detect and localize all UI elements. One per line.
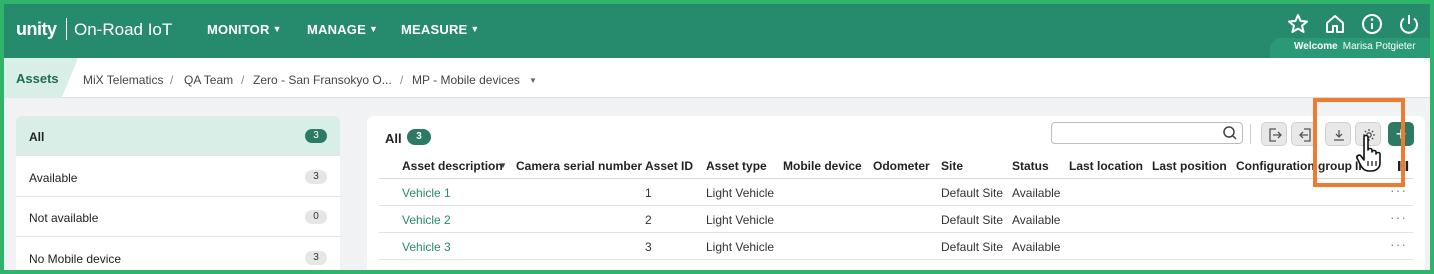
asset-type-cell: Light Vehicle [706,213,775,227]
logo-divider [66,18,67,40]
export-icon [1269,128,1282,142]
filter-label: Available [29,171,78,185]
chevron-down-icon[interactable]: ▼ [529,76,537,85]
column-header-status[interactable]: Status [1012,159,1049,173]
filter-count-badge: 3 [305,251,327,265]
list-count-badge: 3 [407,129,431,145]
nav-monitor-label: MONITOR [207,22,270,37]
import-icon [1299,128,1311,142]
unity-logo: unity [16,19,57,39]
chevron-down-icon: ▼ [470,24,480,34]
filter-no-mobile-device[interactable]: No Mobile device 3 [16,238,340,270]
breadcrumb-separator: / [170,73,174,87]
nav-measure-label: MEASURE [401,22,468,37]
column-header-asset-id[interactable]: Asset ID [645,159,693,173]
export-button[interactable] [1261,122,1287,146]
filter-not-available[interactable]: Not available 0 [16,197,340,237]
filter-count-badge: 3 [305,170,327,184]
search-box [1051,122,1243,144]
column-header-camera-serial[interactable]: Camera serial number [516,159,642,173]
table-header: Asset description ▼ Camera serial number… [379,153,1413,179]
search-icon[interactable] [1222,125,1238,141]
filter-label: All [29,130,45,144]
top-navigation-bar: unity On-Road IoT MONITOR ▼ MANAGE ▼ MEASU… [4,4,1430,58]
status-cell: Available [1012,240,1061,254]
status-cell: Available [1012,213,1061,227]
site-cell: Default Site [941,186,1004,200]
asset-description-link[interactable]: Vehicle 3 [402,240,451,254]
status-cell: Available [1012,186,1061,200]
star-icon[interactable] [1286,12,1310,36]
filter-all[interactable]: All 3 [16,116,340,156]
asset-description-link[interactable]: Vehicle 1 [402,186,451,200]
list-title: All [385,131,402,146]
breadcrumb-item[interactable]: Zero - San Fransokyo O... [253,73,392,87]
breadcrumb-item[interactable]: MP - Mobile devices [412,73,520,87]
breadcrumb-item[interactable]: QA Team [184,73,233,87]
nav-measure[interactable]: MEASURE ▼ [401,22,480,37]
app-title: On-Road IoT [74,20,173,39]
asset-id-cell: 2 [645,213,652,227]
filter-label: No Mobile device [29,252,122,266]
toolbar-divider [1250,124,1251,144]
sort-caret-icon[interactable]: ▼ [499,161,507,170]
column-header-asset-description[interactable]: Asset description [402,159,503,173]
site-cell: Default Site [941,240,1004,254]
breadcrumb-separator: / [400,73,404,87]
column-header-mobile-device[interactable]: Mobile device [783,159,862,173]
asset-type-cell: Light Vehicle [706,186,775,200]
welcome-label: Welcome [1294,41,1338,52]
home-icon[interactable] [1323,12,1347,36]
user-name[interactable]: Marisa Potgieter [1343,41,1416,52]
site-cell: Default Site [941,213,1004,227]
column-header-odometer[interactable]: Odometer [873,159,930,173]
info-icon[interactable] [1360,12,1384,36]
filter-count-badge: 3 [305,129,327,143]
filter-label: Not available [29,211,99,225]
breadcrumb-section-assets[interactable]: Assets [4,58,78,98]
chevron-down-icon: ▼ [368,24,379,34]
filter-panel: All 3 Available 3 Not available 0 No Mob… [16,116,340,270]
nav-monitor[interactable]: MONITOR ▼ [207,22,282,37]
welcome-banner: Welcome Marisa Potgieter [1270,38,1430,58]
breadcrumb-separator: / [241,73,245,87]
app-frame: unity On-Road IoT MONITOR ▼ MANAGE ▼ MEASU… [4,4,1430,270]
column-header-asset-type[interactable]: Asset type [706,159,767,173]
assets-table-panel: All 3 + Asset description ▼ Camera seria… [367,116,1425,270]
column-header-last-location[interactable]: Last location [1069,159,1143,173]
filter-available[interactable]: Available 3 [16,157,340,197]
row-menu-icon[interactable]: ··· [1390,236,1407,252]
power-icon[interactable] [1397,12,1421,36]
nav-manage[interactable]: MANAGE ▼ [307,22,378,37]
hand-cursor-icon [1356,134,1381,172]
row-menu-icon[interactable]: ··· [1390,209,1407,225]
breadcrumb-item[interactable]: MiX Telematics [83,73,163,87]
chevron-down-icon: ▼ [272,24,282,34]
table-row[interactable]: Vehicle 1 1 Light Vehicle Default Site A… [379,179,1413,206]
column-header-last-position[interactable]: Last position [1152,159,1227,173]
breadcrumb-section-label: Assets [16,71,59,86]
breadcrumb: Assets MiX Telematics / QA Team / Zero -… [4,58,1430,98]
table-row[interactable]: Vehicle 3 3 Light Vehicle Default Site A… [379,233,1413,260]
asset-description-link[interactable]: Vehicle 2 [402,213,451,227]
asset-id-cell: 3 [645,240,652,254]
search-input[interactable] [1056,123,1216,143]
filter-count-badge: 0 [305,210,327,224]
table-row[interactable]: Vehicle 2 2 Light Vehicle Default Site A… [379,206,1413,233]
nav-manage-label: MANAGE [307,22,366,37]
column-header-site[interactable]: Site [941,159,963,173]
asset-type-cell: Light Vehicle [706,240,775,254]
asset-id-cell: 1 [645,186,652,200]
